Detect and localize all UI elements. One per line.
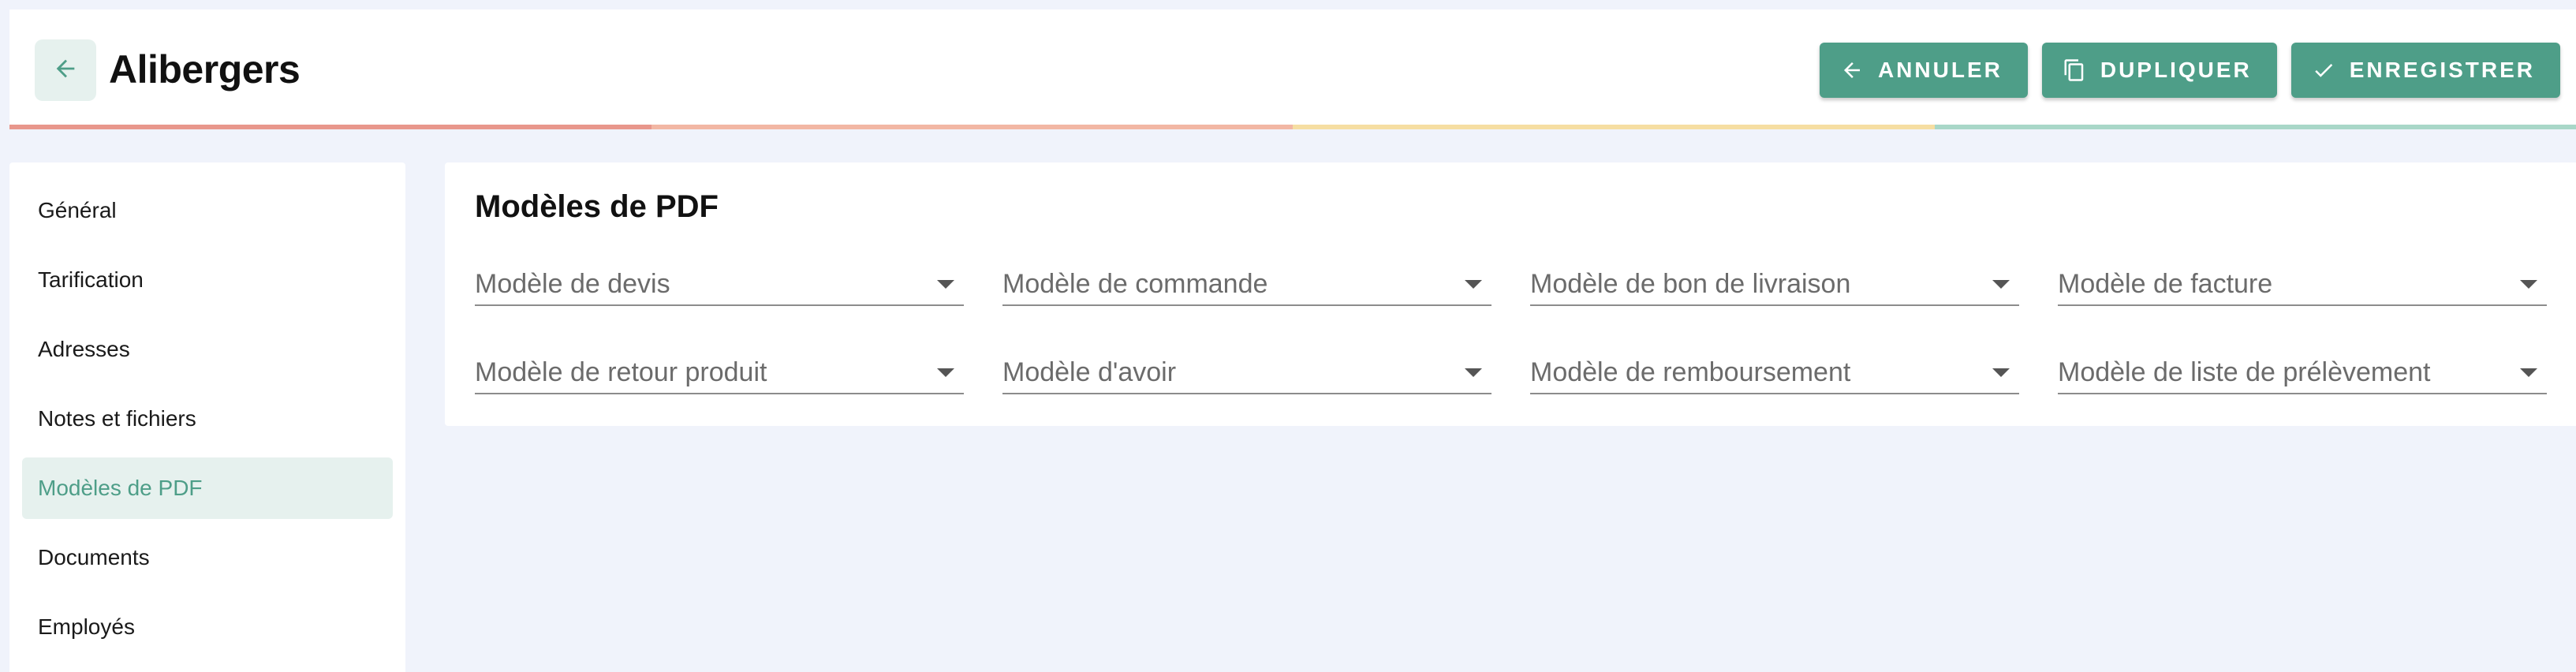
select-placeholder: Modèle de remboursement — [1530, 357, 1851, 387]
sidebar-item-employees[interactable]: Employés — [22, 596, 393, 658]
cancel-button[interactable]: ANNULER — [1819, 43, 2028, 98]
caret-down-icon — [1992, 368, 2010, 377]
arrow-left-icon — [1840, 58, 1864, 82]
page-title: Alibergers — [109, 47, 301, 91]
progress-segment — [9, 125, 651, 129]
sidebar-item-documents[interactable]: Documents — [22, 527, 393, 588]
select-placeholder: Modèle de facture — [2058, 269, 2273, 299]
sidebar-item-general[interactable]: Général — [22, 180, 393, 241]
credit-note-template-select[interactable]: Modèle d'avoir — [1002, 344, 1491, 394]
select-placeholder: Modèle de liste de prélèvement — [2058, 357, 2431, 387]
select-placeholder: Modèle de bon de livraison — [1530, 269, 1851, 299]
product-return-template-select[interactable]: Modèle de retour produit — [475, 344, 964, 394]
caret-down-icon — [1465, 280, 1482, 289]
sidebar: Général Tarification Adresses Notes et f… — [9, 162, 405, 672]
save-button-label: ENREGISTRER — [2349, 58, 2535, 82]
select-placeholder: Modèle de devis — [475, 269, 670, 299]
progress-segment — [651, 125, 1293, 129]
select-placeholder: Modèle de commande — [1002, 269, 1268, 299]
arrow-left-icon — [52, 55, 79, 86]
sidebar-item-pricing[interactable]: Tarification — [22, 249, 393, 311]
save-button[interactable]: ENREGISTRER — [2290, 43, 2560, 98]
delivery-note-template-select[interactable]: Modèle de bon de livraison — [1530, 256, 2019, 306]
back-button[interactable] — [35, 39, 96, 101]
sidebar-item-label: Tarification — [38, 267, 144, 292]
page-header: Alibergers ANNULER DUPLIQUER ENREGISTRER — [9, 9, 2576, 129]
pdf-templates-card: Modèles de PDF Modèle de devis Modèle de… — [445, 162, 2576, 426]
section-title: Modèles de PDF — [475, 189, 719, 224]
caret-down-icon — [937, 368, 954, 377]
quote-template-select[interactable]: Modèle de devis — [475, 256, 964, 306]
copy-icon — [2063, 58, 2086, 82]
header-actions: ANNULER DUPLIQUER ENREGISTRER — [1819, 43, 2560, 98]
header-progress-bar — [9, 125, 2576, 129]
sidebar-item-label: Documents — [38, 545, 150, 569]
invoice-template-select[interactable]: Modèle de facture — [2058, 256, 2547, 306]
sidebar-item-addresses[interactable]: Adresses — [22, 319, 393, 380]
sidebar-item-label: Notes et fichiers — [38, 406, 196, 431]
caret-down-icon — [1992, 280, 2010, 289]
order-template-select[interactable]: Modèle de commande — [1002, 256, 1491, 306]
duplicate-button[interactable]: DUPLIQUER — [2041, 43, 2277, 98]
progress-segment — [1934, 125, 2576, 129]
caret-down-icon — [2520, 280, 2537, 289]
check-icon — [2312, 58, 2335, 82]
refund-template-select[interactable]: Modèle de remboursement — [1530, 344, 2019, 394]
caret-down-icon — [1465, 368, 1482, 377]
sidebar-item-pdf-templates[interactable]: Modèles de PDF — [22, 457, 393, 519]
caret-down-icon — [2520, 368, 2537, 377]
sidebar-item-notes-files[interactable]: Notes et fichiers — [22, 388, 393, 450]
sidebar-item-label: Général — [38, 198, 117, 222]
sidebar-item-label: Employés — [38, 614, 135, 639]
select-placeholder: Modèle de retour produit — [475, 357, 767, 387]
pick-list-template-select[interactable]: Modèle de liste de prélèvement — [2058, 344, 2547, 394]
sidebar-item-label: Adresses — [38, 337, 130, 361]
sidebar-item-label: Modèles de PDF — [38, 476, 203, 500]
template-select-grid: Modèle de devis Modèle de commande Modèl… — [475, 256, 2548, 394]
cancel-button-label: ANNULER — [1877, 58, 2003, 82]
duplicate-button-label: DUPLIQUER — [2100, 58, 2252, 82]
select-placeholder: Modèle d'avoir — [1002, 357, 1177, 387]
caret-down-icon — [937, 280, 954, 289]
progress-segment — [1293, 125, 1935, 129]
